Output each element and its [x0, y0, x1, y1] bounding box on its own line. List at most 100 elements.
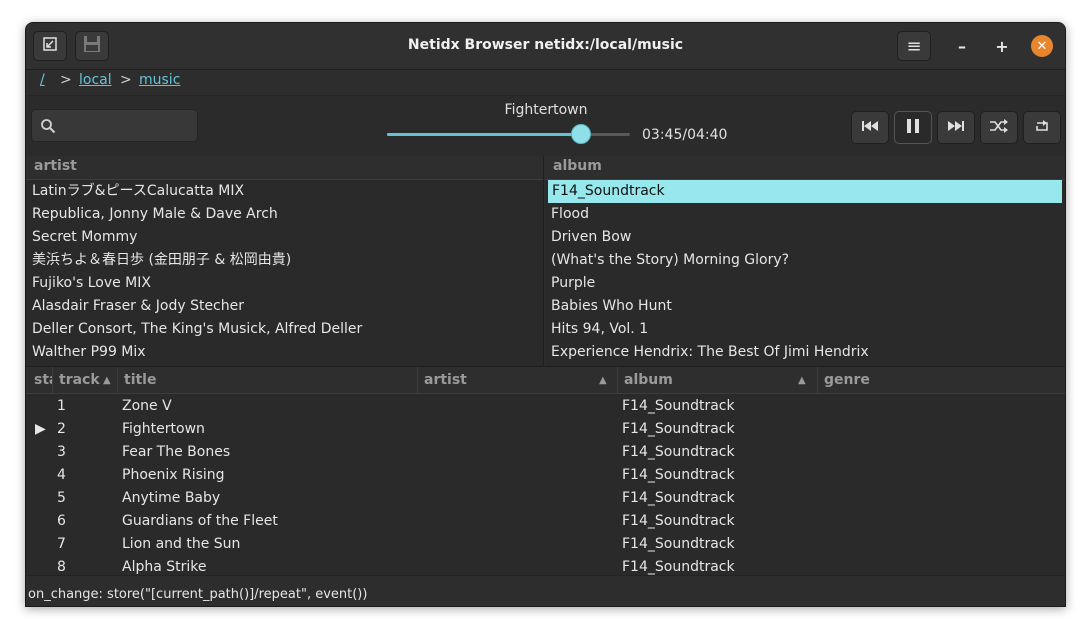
breadcrumb-local[interactable]: local	[79, 72, 112, 88]
artist-list-item[interactable]: Republica, Jonny Male & Dave Arch	[26, 203, 543, 226]
table-row[interactable]: 3 Fear The Bones F14_Soundtrack	[26, 441, 1065, 464]
previous-button[interactable]	[851, 111, 889, 144]
progress-fill	[387, 133, 582, 136]
status-bar: on_change: store("[current_path()]/repea…	[26, 575, 1065, 606]
breadcrumb-root[interactable]: /	[40, 72, 45, 88]
skip-previous-icon	[862, 120, 878, 136]
cell-track: 4	[57, 467, 66, 483]
artist-list-item[interactable]: Alasdair Fraser & Jody Stecher	[26, 295, 543, 318]
artist-list-item[interactable]: 美浜ちよ＆春日歩 (金田朋子 & 松岡由貴)	[26, 249, 543, 272]
skip-next-icon	[948, 120, 964, 136]
cell-album: F14_Soundtrack	[622, 421, 735, 437]
artist-list-item[interactable]: Deller Consort, The King's Musick, Alfre…	[26, 318, 543, 341]
sort-ascending-icon: ▲	[798, 375, 806, 386]
album-list-item[interactable]: (What's the Story) Morning Glory?	[545, 249, 1065, 272]
player-controls: Fightertown 03:45/04:40	[26, 96, 1065, 156]
cell-track: 8	[57, 559, 66, 575]
artist-list: Latinラブ&ピースCalucatta MIX Republica, Jonny…	[26, 180, 543, 364]
next-button[interactable]	[937, 111, 975, 144]
maximize-button[interactable]: +	[991, 35, 1013, 57]
album-list: F14_Soundtrack Flood Driven Bow (What's the…	[545, 180, 1065, 364]
album-list-item[interactable]: Driven Bow	[545, 226, 1065, 249]
cell-album: F14_Soundtrack	[622, 536, 735, 552]
album-list-item[interactable]: F14_Soundtrack	[548, 180, 1062, 203]
album-list-item[interactable]: Hits 94, Vol. 1	[545, 318, 1065, 341]
sort-ascending-icon: ▲	[103, 375, 111, 386]
main-menu-button[interactable]: ≡	[897, 31, 931, 61]
cell-track: 1	[57, 398, 66, 414]
cell-track: 3	[57, 444, 66, 460]
sort-ascending-icon: ▲	[599, 375, 607, 386]
table-header: sta track ▲ title artist ▲ album ▲ genre	[26, 367, 1065, 394]
cell-title: Zone V	[122, 398, 172, 414]
repeat-icon	[1034, 119, 1050, 137]
cell-title: Alpha Strike	[122, 559, 207, 575]
progress-slider-handle[interactable]	[571, 124, 592, 144]
cell-track: 5	[57, 490, 66, 506]
cell-track: 7	[57, 536, 66, 552]
minimize-button[interactable]: –	[951, 35, 973, 57]
cell-title: Guardians of the Fleet	[122, 513, 278, 529]
cell-track: 6	[57, 513, 66, 529]
table-row[interactable]: 6 Guardians of the Fleet F14_Soundtrack	[26, 510, 1065, 533]
pause-icon	[907, 118, 919, 137]
artist-list-item[interactable]: Walther P99 Mix	[26, 341, 543, 364]
artist-list-item[interactable]: Secret Mommy	[26, 226, 543, 249]
cell-title: Phoenix Rising	[122, 467, 225, 483]
cell-title: Fear The Bones	[122, 444, 231, 460]
cell-album: F14_Soundtrack	[622, 398, 735, 414]
table-row[interactable]: 8 Alpha Strike F14_Soundtrack	[26, 556, 1065, 575]
progress-slider[interactable]	[387, 133, 630, 136]
breadcrumb: / > local > music	[26, 70, 1065, 96]
table-row[interactable]: 1 Zone V F14_Soundtrack	[26, 395, 1065, 418]
close-button[interactable]: ✕	[1031, 35, 1053, 57]
repeat-button[interactable]	[1023, 111, 1061, 144]
cell-track: 2	[57, 421, 66, 437]
artist-pane: artist Latinラブ&ピースCalucatta MIX Republica…	[26, 156, 544, 366]
cell-title: Anytime Baby	[122, 490, 221, 506]
table-row[interactable]: ▶ 2 Fightertown F14_Soundtrack	[26, 418, 1065, 441]
breadcrumb-separator: >	[60, 72, 72, 88]
artist-list-item[interactable]: Latinラブ&ピースCalucatta MIX	[26, 180, 543, 203]
playback-time: 03:45/04:40	[642, 127, 728, 143]
header-bar: Netidx Browser netidx:/local/music ≡ – +…	[26, 23, 1065, 70]
album-pane-header[interactable]: album	[545, 156, 1065, 180]
cell-title: Fightertown	[122, 421, 205, 437]
artist-pane-header[interactable]: artist	[26, 156, 543, 180]
album-list-item[interactable]: Babies Who Hunt	[545, 295, 1065, 318]
shuffle-button[interactable]	[980, 111, 1018, 144]
column-header-title[interactable]: title	[118, 367, 418, 394]
now-playing-title: Fightertown	[504, 102, 588, 118]
close-icon: ✕	[1036, 38, 1048, 54]
cell-album: F14_Soundtrack	[622, 513, 735, 529]
album-list-item[interactable]: Flood	[545, 203, 1065, 226]
column-header-genre[interactable]: genre	[818, 367, 1065, 394]
status-text: on_change: store("[current_path()]/repea…	[28, 587, 368, 602]
pause-button[interactable]	[894, 111, 932, 144]
menu-icon: ≡	[906, 35, 922, 57]
cell-album: F14_Soundtrack	[622, 559, 735, 575]
album-list-item[interactable]: Experience Hendrix: The Best Of Jimi Hen…	[545, 341, 1065, 364]
column-header-artist[interactable]: artist	[418, 367, 618, 394]
minimize-icon: –	[958, 36, 966, 56]
tracks-table: sta track ▲ title artist ▲ album ▲ genre…	[26, 366, 1065, 575]
maximize-icon: +	[995, 36, 1009, 56]
artist-list-item[interactable]: Fujiko's Love MIX	[26, 272, 543, 295]
cell-album: F14_Soundtrack	[622, 444, 735, 460]
breadcrumb-separator: >	[120, 72, 132, 88]
shuffle-icon	[990, 118, 1008, 137]
table-row[interactable]: 7 Lion and the Sun F14_Soundtrack	[26, 533, 1065, 556]
column-header-album[interactable]: album	[618, 367, 818, 394]
column-header-state[interactable]: sta	[26, 367, 53, 394]
breadcrumb-music[interactable]: music	[139, 72, 180, 88]
search-input[interactable]	[31, 109, 198, 142]
album-list-item[interactable]: Purple	[545, 272, 1065, 295]
search-icon	[40, 118, 56, 134]
cell-album: F14_Soundtrack	[622, 467, 735, 483]
cell-title: Lion and the Sun	[122, 536, 241, 552]
album-pane: album F14_Soundtrack Flood Driven Bow (What…	[545, 156, 1065, 366]
cell-album: F14_Soundtrack	[622, 490, 735, 506]
table-row[interactable]: 4 Phoenix Rising F14_Soundtrack	[26, 464, 1065, 487]
cell-state: ▶	[35, 421, 46, 437]
table-row[interactable]: 5 Anytime Baby F14_Soundtrack	[26, 487, 1065, 510]
